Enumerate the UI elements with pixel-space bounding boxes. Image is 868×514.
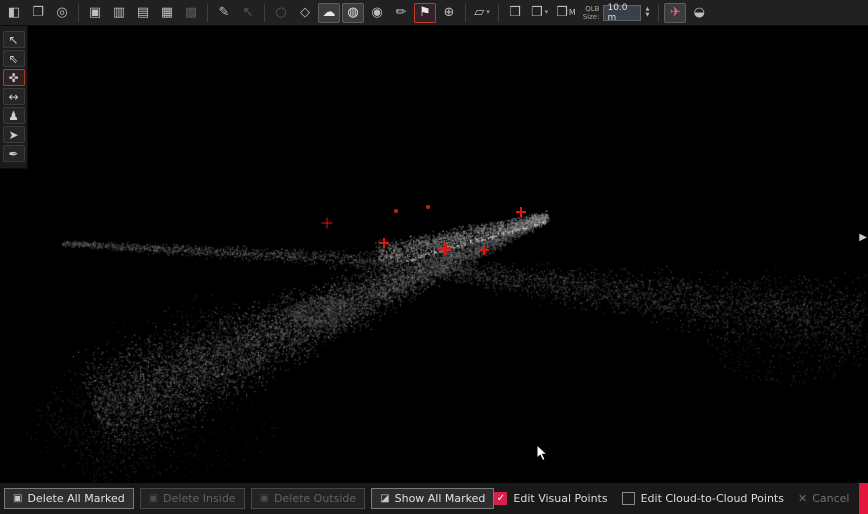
toolbar-group-plane: ▱▾ (471, 3, 493, 23)
gcp-pin-icon[interactable]: ⊕ (438, 3, 460, 23)
spin-down-icon[interactable]: ▼ (645, 13, 649, 19)
select-tool[interactable]: ↖ (3, 31, 25, 48)
chevron-down-icon: ▾ (486, 9, 490, 16)
section-tool[interactable]: ↔ (3, 88, 25, 105)
toolbar-group-points: ○◇☁◍◉✏⚑⊕ (270, 3, 460, 23)
navigate-tool[interactable]: ➤ (3, 126, 25, 143)
marked-points-icon: ▣ (149, 493, 158, 504)
checkbox-label: Edit Cloud-to-Cloud Points (641, 492, 784, 505)
edit-visual-points-checkbox[interactable]: ✓ Edit Visual Points (494, 492, 607, 505)
workspace-icon[interactable]: ◧ (3, 3, 25, 23)
panel-expand-arrow[interactable]: ▶ (859, 232, 867, 243)
edit-cloud-to-cloud-checkbox[interactable]: Edit Cloud-to-Cloud Points (622, 492, 784, 505)
cancel-button: ✕ Cancel (798, 492, 849, 505)
point-cloud-viewport[interactable] (0, 26, 868, 482)
camera-icon[interactable]: ▣ (84, 3, 106, 23)
toolbar-group-render: ✈◒ (664, 3, 710, 23)
checkbox-box: ✓ (494, 492, 507, 505)
toolbar-group-cube: ❒❒▾❒M (504, 3, 579, 23)
mouse-cursor (536, 444, 550, 462)
cube-view-icon[interactable]: ❒ (504, 3, 526, 23)
toolbar-separator (465, 4, 466, 22)
pin-tool-icon[interactable]: ⚑ (414, 3, 436, 23)
filmstrip-icon: ▩ (180, 3, 202, 23)
point-cloud-editor-app: ◧❐◎ ▣▥▤▦▩ ✎↖ ○◇☁◍◉✏⚑⊕ ▱▾ ❒❒▾❒M QLB Size:… (0, 0, 868, 514)
marked-points-icon: ◪ (380, 493, 389, 504)
toolbar-group-measure: ✎↖ (213, 3, 259, 23)
toolbar-separator (207, 4, 208, 22)
tag-icon[interactable]: ◇ (294, 3, 316, 23)
toolbar-separator (78, 4, 79, 22)
paint-bucket-tool[interactable]: ✒ (3, 145, 25, 162)
move-point-tool[interactable]: ✜ (3, 69, 25, 86)
measure-pencil-icon[interactable]: ✎ (213, 3, 235, 23)
globe-display-icon[interactable]: ◍ (342, 3, 364, 23)
pedestrian-view-tool[interactable]: ♟ (3, 107, 25, 124)
marked-points-buttons: ▣Delete All Marked ▣Delete Inside ▣Delete … (4, 488, 494, 509)
rocket-icon[interactable]: ✈ (664, 3, 686, 23)
ink-bottle-icon[interactable]: ◒ (688, 3, 710, 23)
checkbox-box (622, 492, 635, 505)
cancel-label: Cancel (812, 492, 849, 505)
zoom-region-icon[interactable]: ◎ (51, 3, 73, 23)
pick-cursor-icon: ↖ (237, 3, 259, 23)
plane-mode-icon[interactable]: ▱▾ (471, 3, 493, 23)
chevron-down-icon: ▾ (545, 9, 549, 16)
edit-mode-checkboxes: ✓ Edit Visual Points Edit Cloud-to-Cloud P… (494, 492, 784, 505)
circle-select-icon: ○ (270, 3, 292, 23)
toolbar-group-view: ▣▥▤▦▩ (84, 3, 202, 23)
close-icon: ✕ (798, 492, 807, 505)
split-view-icon[interactable]: ▥ (108, 3, 130, 23)
cube-m-icon[interactable]: ❒M (553, 3, 579, 23)
show-all-marked-button[interactable]: ◪Show All Marked (371, 488, 494, 509)
qlb-size-label: QLB Size: (583, 5, 600, 21)
delete-outside-button: ▣Delete Outside (251, 488, 366, 509)
cube-options-icon[interactable]: ❒▾ (528, 3, 551, 23)
grid-view-icon[interactable]: ▦ (156, 3, 178, 23)
bottom-bar: ▣Delete All Marked ▣Delete Inside ▣Delete … (0, 482, 868, 514)
cloud-display-icon[interactable]: ☁ (318, 3, 340, 23)
toolbar-group-workspace: ◧❐◎ (3, 3, 73, 23)
checkbox-label: Edit Visual Points (513, 492, 607, 505)
select-area-tool[interactable]: ⇖ (3, 50, 25, 67)
qlb-size-control: QLB Size: 10.0 m ▲ ▼ (583, 5, 650, 21)
marked-points-icon: ▣ (260, 493, 269, 504)
image-panel-icon[interactable]: ▤ (132, 3, 154, 23)
target-icon[interactable]: ◉ (366, 3, 388, 23)
qlb-size-spinner[interactable]: ▲ ▼ (645, 7, 649, 19)
toolbar-separator (658, 4, 659, 22)
left-toolbar: ↖ ⇖ ✜ ↔ ♟ ➤ ✒ (0, 26, 28, 169)
window-layout-icon[interactable]: ❐ (27, 3, 49, 23)
draw-pencil-icon[interactable]: ✏ (390, 3, 412, 23)
top-toolbar: ◧❐◎ ▣▥▤▦▩ ✎↖ ○◇☁◍◉✏⚑⊕ ▱▾ ❒❒▾❒M QLB Size:… (0, 0, 868, 26)
delete-all-marked-button[interactable]: ▣Delete All Marked (4, 488, 134, 509)
toolbar-separator (264, 4, 265, 22)
toolbar-separator (498, 4, 499, 22)
marked-points-icon: ▣ (13, 493, 22, 504)
delete-inside-button: ▣Delete Inside (140, 488, 245, 509)
qlb-size-input[interactable]: 10.0 m (603, 5, 641, 21)
optimize-bundle-button[interactable]: ❋ Optimize Bundle (859, 483, 868, 514)
